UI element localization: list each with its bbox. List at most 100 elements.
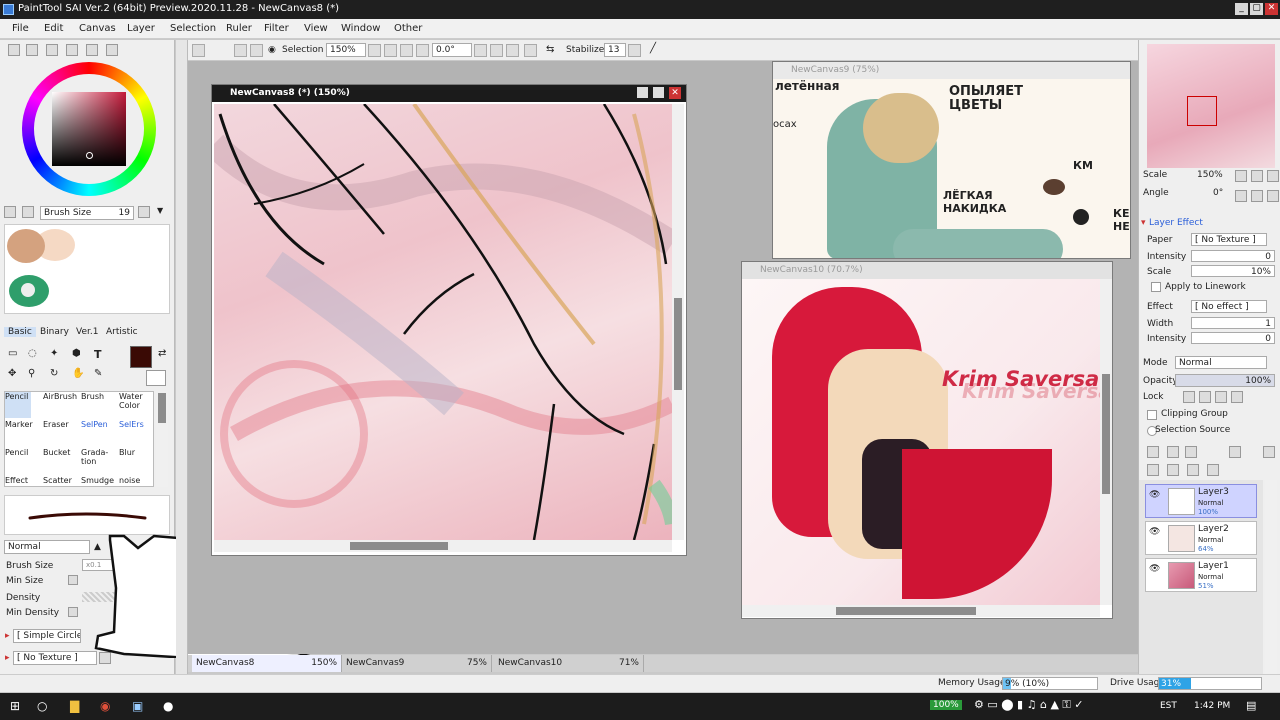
eyedropper-icon[interactable]: ✎	[94, 368, 102, 379]
selection-radio-icon[interactable]: ◉	[268, 45, 276, 55]
layer-row-layer1[interactable]: 👁 Layer1 Normal 51%	[1145, 558, 1257, 592]
lasso-icon[interactable]: ◌	[28, 348, 37, 359]
expand-arrow-icon-2[interactable]: ▸	[5, 653, 10, 663]
nav-rotate-right-button[interactable]	[1251, 190, 1263, 202]
tray-icons[interactable]: ⚙ ▭ ⬤ ▮ ♫ ⌂ ▲ ⚿ ✓	[974, 698, 1083, 712]
layer-row-layer3[interactable]: 👁 Layer3 Normal 100%	[1145, 484, 1257, 518]
canvas8-minimize-button[interactable]	[637, 87, 648, 98]
canvas8-close-button[interactable]: ✕	[669, 87, 681, 99]
swatch-skin[interactable]	[7, 229, 45, 263]
zoom-dropdown-button[interactable]	[368, 44, 381, 57]
layer-effect-title[interactable]: Layer Effect	[1149, 218, 1203, 228]
nav-zoom-reset-button[interactable]	[1267, 170, 1279, 182]
minimize-button[interactable]: _	[1235, 3, 1248, 15]
paper-intensity-field[interactable]: 0	[1191, 250, 1275, 262]
start-menu-icon[interactable]: ⊞	[10, 699, 20, 713]
canvas9-window[interactable]: NewCanvas9 (75%) летённая ОПЫЛЯЕТ ЦВЕТЫ …	[772, 61, 1131, 259]
rotate-reset-button[interactable]	[524, 44, 537, 57]
effect-intensity-field[interactable]: 0	[1191, 332, 1275, 344]
brush-preset-button[interactable]	[4, 206, 16, 218]
brush-texture-select[interactable]: [ No Texture ]	[13, 651, 97, 665]
tab-artistic[interactable]: Artistic	[106, 327, 138, 337]
battery-indicator[interactable]: 100%	[930, 700, 962, 710]
color-picker-handle[interactable]	[86, 152, 93, 159]
merge-down-button[interactable]	[1147, 464, 1159, 476]
menu-selection[interactable]: Selection	[170, 23, 216, 34]
swap-colors-icon[interactable]: ⇄	[158, 348, 166, 359]
tab-newcanvas10[interactable]: NewCanvas10 71%	[494, 655, 644, 672]
text-tool-icon[interactable]: T	[94, 348, 102, 361]
tool-brush[interactable]: Brush	[81, 392, 107, 418]
notifications-icon[interactable]: ▤	[1246, 699, 1256, 712]
canvas10-vscroll[interactable]	[1100, 279, 1112, 605]
brush-size-reset-button[interactable]	[138, 206, 150, 218]
search-icon[interactable]: ○	[37, 699, 47, 713]
min-density-toggle[interactable]	[68, 607, 78, 617]
canvas9-caption[interactable]: NewCanvas9 (75%)	[773, 62, 1130, 79]
zoom-out-button[interactable]	[384, 44, 397, 57]
flip-icon[interactable]: ⇆	[546, 44, 554, 55]
layer-row-layer2[interactable]: 👁 Layer2 Normal 64%	[1145, 521, 1257, 555]
canvas8-caption[interactable]: NewCanvas8 (*) (150%)	[212, 85, 686, 102]
keyboard-language[interactable]: EST	[1160, 701, 1177, 711]
move-icon[interactable]: ✥	[8, 368, 16, 379]
clock[interactable]: 1:42 PM	[1194, 701, 1230, 711]
rotate-right-button[interactable]	[506, 44, 519, 57]
layer-option-button[interactable]	[1229, 446, 1241, 458]
layer-opacity-slider[interactable]: 100%	[1175, 374, 1275, 387]
tab-newcanvas8[interactable]: NewCanvas8 150%	[192, 655, 342, 672]
tab-ver1[interactable]: Ver.1	[76, 327, 98, 337]
menu-edit[interactable]: Edit	[44, 23, 63, 34]
undo-button[interactable]	[192, 44, 205, 57]
color-hsv-mode-button[interactable]	[66, 44, 78, 56]
menu-layer[interactable]: Layer	[127, 23, 155, 34]
canvas8-vscroll[interactable]	[672, 104, 684, 540]
tool-grid-scrollbar[interactable]	[156, 391, 168, 487]
effect-select[interactable]: [ No effect ]	[1191, 300, 1267, 313]
tool-gradation[interactable]: Grada- tion	[81, 448, 108, 474]
close-button[interactable]: ✕	[1265, 3, 1278, 15]
tool-blur[interactable]: Blur	[119, 448, 145, 474]
stabilizer-select[interactable]: 13	[604, 43, 626, 57]
nav-rotate-reset-button[interactable]	[1267, 190, 1279, 202]
hand-icon[interactable]: ✋	[72, 368, 84, 379]
lock-pixels-button[interactable]	[1183, 391, 1195, 403]
zoom-icon[interactable]: ⚲	[28, 368, 35, 379]
apply-linework-checkbox[interactable]	[1151, 282, 1161, 292]
canvas8-hscroll[interactable]	[214, 540, 672, 552]
tool-effect[interactable]: Effect	[5, 476, 31, 488]
tab-binary[interactable]: Binary	[40, 327, 69, 337]
zoom-reset-button[interactable]	[416, 44, 429, 57]
clipping-group-checkbox[interactable]	[1147, 410, 1157, 420]
dropdown-arrow-icon[interactable]: ▼	[157, 206, 163, 215]
menu-view[interactable]: View	[304, 23, 328, 34]
nav-rotate-left-button[interactable]	[1235, 190, 1247, 202]
effect-width-field[interactable]: 1	[1191, 317, 1275, 329]
tool-bucket[interactable]: Bucket	[43, 448, 70, 474]
navigator-viewport[interactable]	[1187, 96, 1217, 126]
rotate-icon[interactable]: ↻	[50, 368, 58, 379]
visibility-eye-icon[interactable]: 👁	[1149, 527, 1160, 537]
visibility-eye-icon[interactable]: 👁	[1149, 490, 1160, 500]
tool-pencil-2[interactable]: Pencil	[5, 448, 31, 474]
menu-ruler[interactable]: Ruler	[226, 23, 252, 34]
chrome-icon[interactable]: ◉	[100, 699, 110, 713]
tool-watercolor[interactable]: Water Color	[119, 392, 145, 418]
tool-scatter[interactable]: Scatter	[43, 476, 72, 488]
color-rgb-mode-button[interactable]	[46, 44, 58, 56]
paper-scale-field[interactable]: 10%	[1191, 265, 1275, 277]
min-size-toggle[interactable]	[68, 575, 78, 585]
stabilizer-dropdown-button[interactable]	[628, 44, 641, 57]
brush-preset-button-2[interactable]	[22, 206, 34, 218]
primary-color[interactable]	[130, 346, 152, 368]
tool-airbrush[interactable]: AirBrush	[43, 392, 77, 418]
tool-pencil[interactable]: Pencil	[5, 392, 31, 418]
canvas8-window[interactable]: NewCanvas8 (*) (150%) ✕	[211, 84, 687, 556]
magic-wand-icon[interactable]: ✦	[50, 348, 58, 359]
layer-list-scrollbar[interactable]	[1265, 480, 1277, 674]
invert-selection-button[interactable]	[250, 44, 263, 57]
canvas8-maximize-button[interactable]	[653, 87, 664, 98]
menu-filter[interactable]: Filter	[264, 23, 289, 34]
color-scratch-mode-button[interactable]	[106, 44, 118, 56]
rotation-dropdown-button[interactable]	[474, 44, 487, 57]
